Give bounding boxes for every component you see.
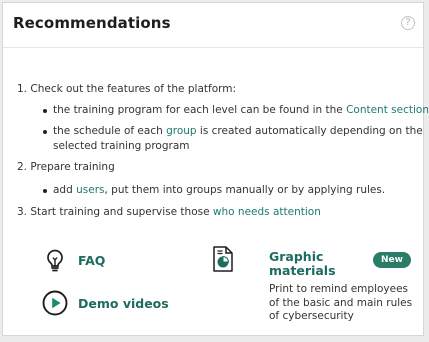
step-2: 2. Prepare training bbox=[17, 161, 115, 173]
lightbulb-icon bbox=[47, 249, 63, 272]
demo-videos-label: Demo videos bbox=[78, 295, 169, 311]
demo-videos-link[interactable]: Demo videos bbox=[42, 290, 169, 316]
step-1-bullet-1: the training program for each level can … bbox=[43, 104, 429, 116]
recommendations-card: Recommendations ? 1. Check out the featu… bbox=[2, 2, 429, 336]
needs-attention-link[interactable]: who needs attention bbox=[213, 206, 321, 218]
step-1-bullet-2-continuation: selected training program bbox=[53, 140, 190, 152]
step-number: 3. bbox=[17, 206, 28, 218]
step-text: Start training and supervise those bbox=[30, 206, 213, 218]
bullet-text: the schedule of each bbox=[53, 125, 167, 137]
bullet-text: the training program for each level can … bbox=[53, 104, 347, 116]
document-chart-icon[interactable] bbox=[213, 246, 233, 272]
group-link[interactable]: group bbox=[166, 125, 197, 137]
new-badge: New bbox=[373, 252, 411, 268]
bullet-text-suffix: , put them into groups manually or by ap… bbox=[104, 184, 386, 196]
users-link[interactable]: users bbox=[76, 184, 104, 196]
bullet-text: add bbox=[53, 184, 77, 196]
step-1-bullet-2: the schedule of each group is created au… bbox=[43, 125, 423, 137]
step-1: 1. Check out the features of the platfor… bbox=[17, 83, 236, 95]
recommendations-content: 1. Check out the features of the platfor… bbox=[3, 3, 429, 335]
play-circle-icon bbox=[42, 290, 68, 316]
step-text: Prepare training bbox=[30, 161, 115, 173]
step-3: 3. Start training and supervise those wh… bbox=[17, 206, 321, 218]
step-number: 2. bbox=[17, 161, 28, 173]
faq-link[interactable]: FAQ bbox=[43, 248, 105, 272]
step-text: Check out the features of the platform: bbox=[30, 83, 237, 95]
bullet-text-suffix: is created automatically depending on th… bbox=[196, 125, 423, 137]
graphic-materials-description: Print to remind employees of the basic a… bbox=[269, 283, 413, 322]
graphic-materials-link[interactable]: Graphic materials bbox=[269, 250, 369, 278]
content-section-link[interactable]: Content section bbox=[346, 104, 429, 116]
step-number: 1. bbox=[17, 83, 28, 95]
step-2-bullet-1: add users, put them into groups manually… bbox=[42, 184, 386, 196]
faq-label: FAQ bbox=[78, 252, 106, 268]
